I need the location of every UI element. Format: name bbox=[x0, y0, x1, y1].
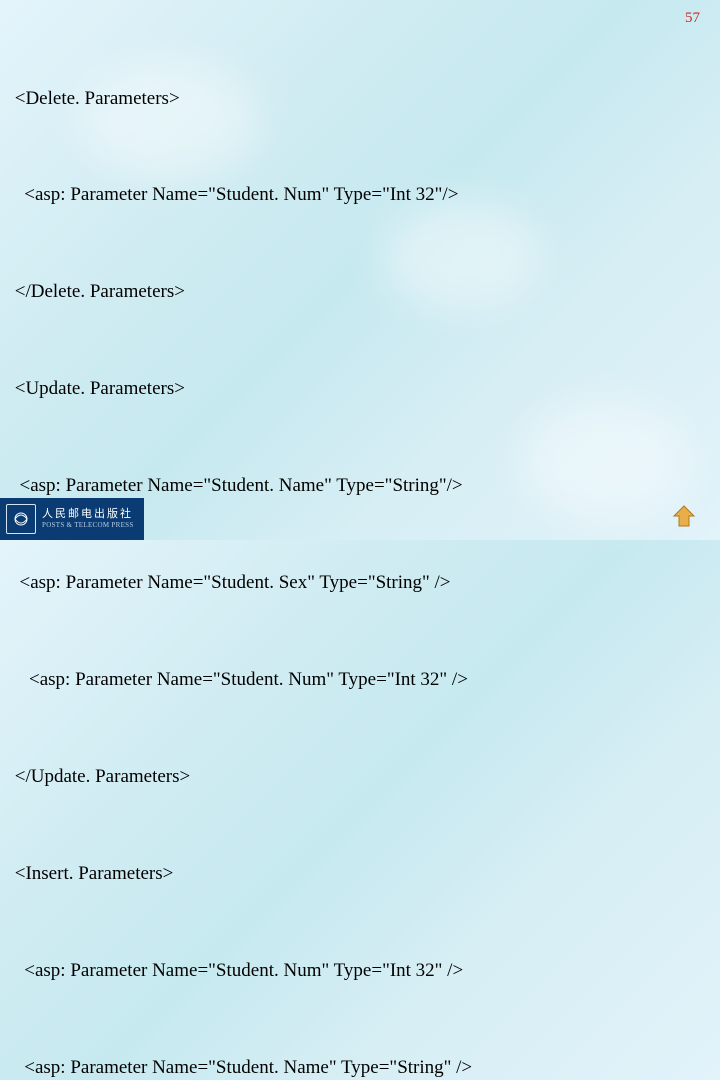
code-line: <asp: Parameter Name="Student. Sex" Type… bbox=[10, 567, 680, 599]
publisher-text: 人民邮电出版社 POSTS & TELECOM PRESS bbox=[42, 508, 134, 530]
code-line: </Delete. Parameters> bbox=[10, 276, 680, 308]
code-line: </Update. Parameters> bbox=[10, 761, 680, 793]
code-line: <Delete. Parameters> bbox=[10, 83, 680, 115]
code-block: <Delete. Parameters> <asp: Parameter Nam… bbox=[10, 18, 680, 1080]
code-line: <Update. Parameters> bbox=[10, 373, 680, 405]
code-line: <asp: Parameter Name="Student. Name" Typ… bbox=[10, 1052, 680, 1080]
code-line: <Insert. Parameters> bbox=[10, 858, 680, 890]
publisher-name-cn: 人民邮电出版社 bbox=[42, 508, 134, 521]
footer: 人民邮电出版社 POSTS & TELECOM PRESS bbox=[0, 498, 720, 540]
up-arrow-icon bbox=[670, 502, 698, 530]
up-arrow-button[interactable] bbox=[670, 502, 698, 530]
publisher-badge: 人民邮电出版社 POSTS & TELECOM PRESS bbox=[0, 498, 144, 540]
code-line: <asp: Parameter Name="Student. Num" Type… bbox=[10, 179, 680, 211]
publisher-logo-icon bbox=[6, 504, 36, 534]
publisher-name-en: POSTS & TELECOM PRESS bbox=[42, 521, 134, 529]
code-line: <asp: Parameter Name="Student. Num" Type… bbox=[10, 664, 680, 696]
page-number: 57 bbox=[685, 10, 700, 27]
code-line: <asp: Parameter Name="Student. Num" Type… bbox=[10, 955, 680, 987]
